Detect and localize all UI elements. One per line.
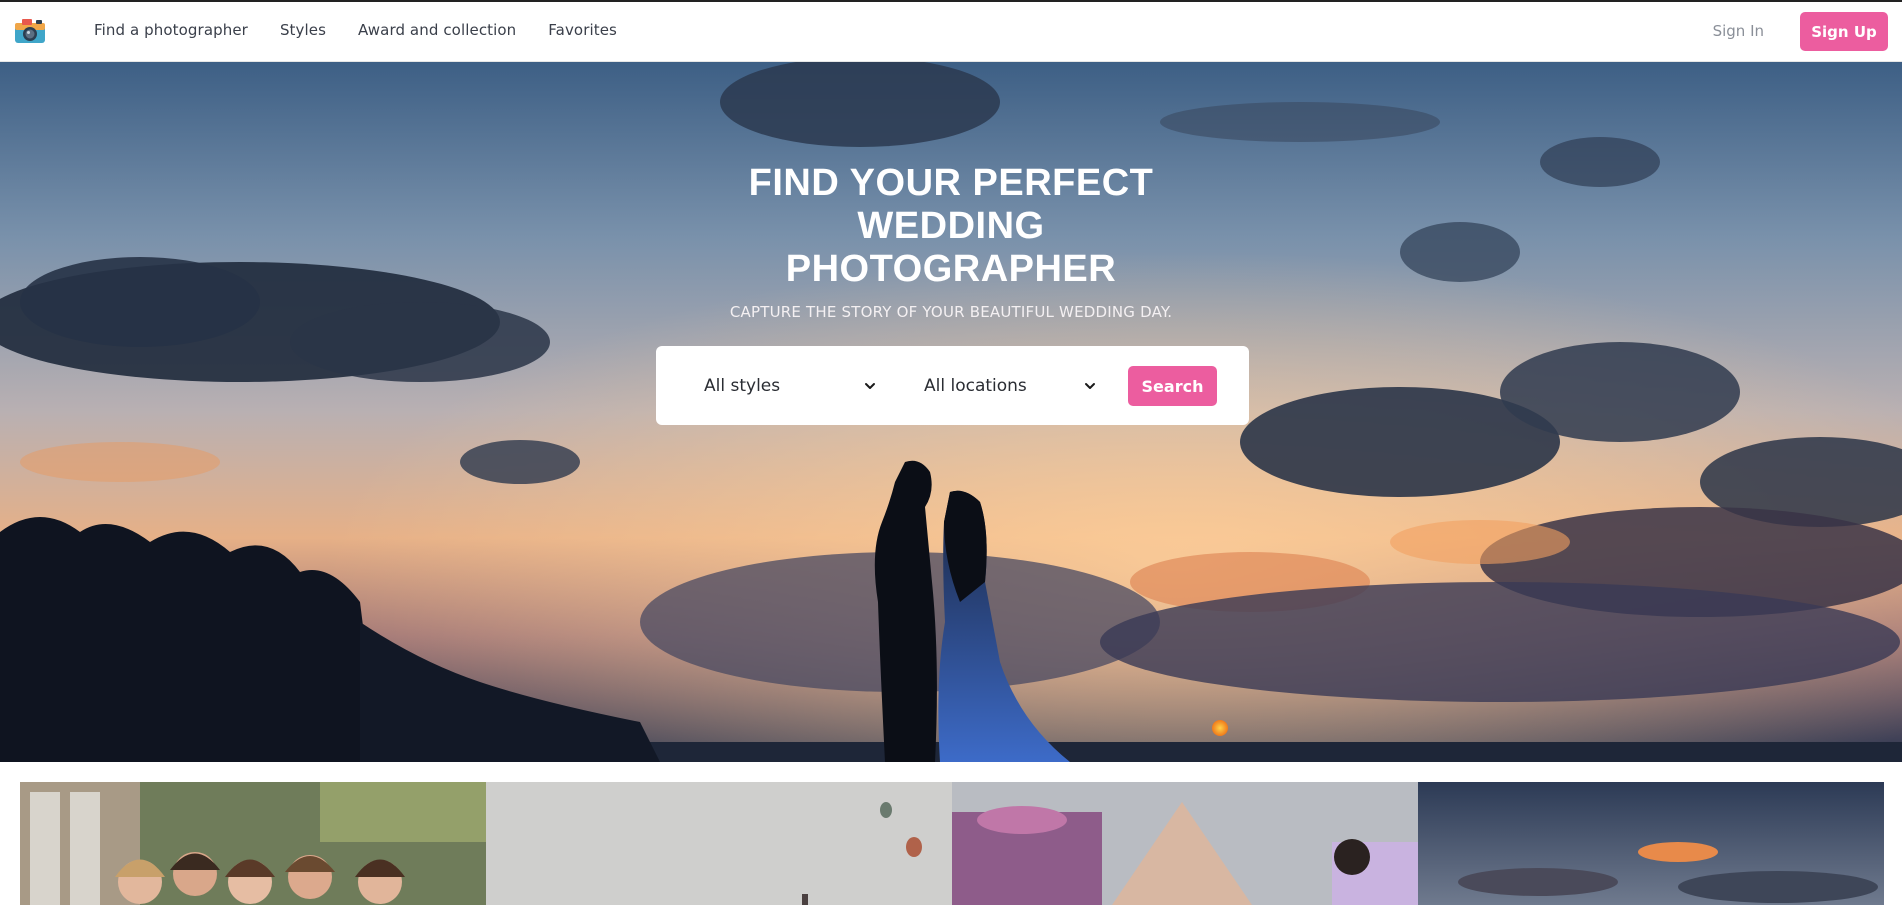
top-navigation: Find a photographer Styles Award and col… bbox=[0, 2, 1902, 62]
sign-in-link[interactable]: Sign In bbox=[1713, 22, 1764, 40]
gallery-photo-sunset[interactable] bbox=[1418, 782, 1884, 905]
camera-icon[interactable] bbox=[14, 17, 46, 45]
nav-find-photographer[interactable]: Find a photographer bbox=[94, 21, 248, 39]
styles-select[interactable]: All styles bbox=[704, 370, 876, 402]
locations-select-value: All locations bbox=[924, 376, 1027, 396]
hero-title-line-3: PHOTOGRAPHER bbox=[785, 248, 1117, 290]
sign-up-button[interactable]: Sign Up bbox=[1800, 12, 1888, 51]
photo-gallery bbox=[20, 782, 1884, 905]
gallery-photo-balloons[interactable] bbox=[486, 782, 952, 905]
main-menu: Find a photographer Styles Award and col… bbox=[94, 2, 649, 58]
nav-styles[interactable]: Styles bbox=[280, 21, 326, 39]
search-button[interactable]: Search bbox=[1128, 366, 1217, 406]
hero-title-line-2: WEDDING bbox=[857, 205, 1045, 247]
hero-title-line-1: FIND YOUR PERFECT bbox=[748, 162, 1154, 204]
hero-subtitle: CAPTURE THE STORY OF YOUR BEAUTIFUL WEDD… bbox=[729, 303, 1173, 321]
gallery-photo-bridesmaids[interactable] bbox=[20, 782, 486, 905]
styles-select-value: All styles bbox=[704, 376, 781, 396]
hero-banner: FIND YOUR PERFECT WEDDING PHOTOGRAPHER C… bbox=[0, 62, 1902, 762]
chevron-down-icon bbox=[865, 383, 875, 389]
nav-award-collection[interactable]: Award and collection bbox=[358, 21, 516, 39]
locations-select[interactable]: All locations bbox=[924, 370, 1096, 402]
search-panel: All styles All locations Search bbox=[656, 346, 1249, 425]
chevron-down-icon bbox=[1085, 383, 1095, 389]
nav-favorites[interactable]: Favorites bbox=[548, 21, 617, 39]
hero-title: FIND YOUR PERFECT WEDDING PHOTOGRAPHER bbox=[651, 162, 1251, 291]
gallery-photo-ceremony[interactable] bbox=[952, 782, 1418, 905]
